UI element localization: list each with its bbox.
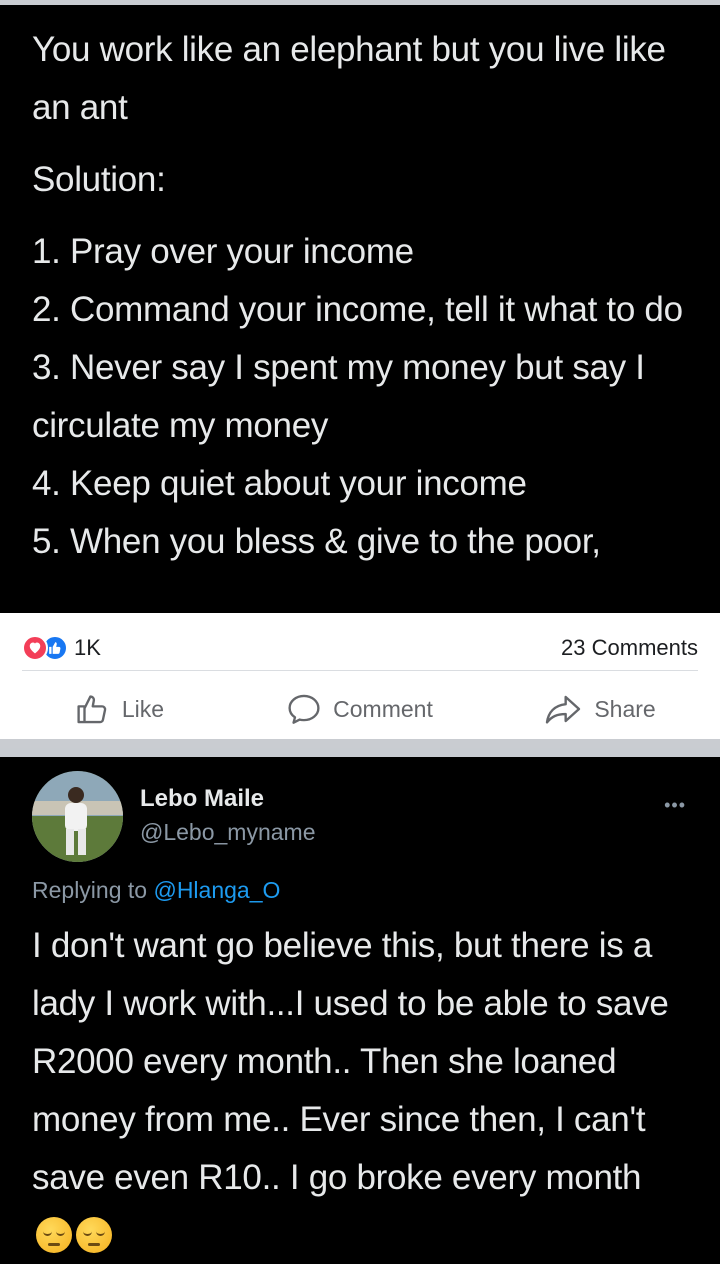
list-item: 5. When you bless & give to the poor,: [32, 522, 601, 561]
list-item: 2. Command your income, tell it what to …: [32, 290, 683, 329]
actions-row: Like Comment Share: [0, 685, 720, 733]
pensive-face-icon: [76, 1217, 112, 1253]
reply-mention-link[interactable]: @Hlanga_O: [153, 877, 280, 903]
share-button[interactable]: Share: [480, 693, 720, 725]
like-label: Like: [121, 695, 165, 722]
list-item: 4. Keep quiet about your income: [32, 464, 527, 503]
author-handle[interactable]: @Lebo_myname: [140, 819, 316, 846]
share-arrow-icon: [544, 693, 582, 725]
avatar[interactable]: [32, 771, 123, 862]
list-item: 3. Never say I spent my money but say I …: [32, 348, 645, 445]
post-image: You work like an elephant but you live l…: [0, 5, 720, 613]
tweet-body-text: I don't want go believe this, but there …: [32, 926, 669, 1197]
thumbs-up-icon: [76, 693, 110, 725]
reaction-count: 1K: [74, 634, 101, 660]
love-reaction-icon: [22, 634, 48, 661]
comments-count-link[interactable]: 23 Comments: [561, 635, 698, 661]
like-button[interactable]: Like: [0, 693, 240, 725]
tweet-card: Lebo Maile @Lebo_myname ••• Replying to …: [0, 757, 720, 1264]
reactions-row: 1K 23 Comments: [22, 625, 698, 671]
author-name[interactable]: Lebo Maile: [140, 785, 264, 813]
comment-label: Comment: [333, 695, 433, 722]
comment-bubble-icon: [287, 693, 321, 725]
pensive-face-icon: [36, 1217, 72, 1253]
tweet-text: I don't want go believe this, but there …: [32, 917, 690, 1264]
share-label: Share: [594, 695, 656, 722]
list-item: 1. Pray over your income: [32, 232, 414, 271]
reactions-summary[interactable]: 1K: [22, 634, 101, 661]
reply-prefix: Replying to: [32, 877, 148, 903]
solution-label: Solution:: [32, 160, 166, 199]
more-options-icon[interactable]: •••: [664, 795, 686, 816]
reply-context: Replying to @Hlanga_O: [32, 877, 280, 904]
engagement-bar: 1K 23 Comments Like Comment Share: [0, 613, 720, 748]
post-intro: You work like an elephant but you live l…: [32, 30, 666, 127]
solution-list: 1. Pray over your income 2. Command your…: [32, 223, 688, 571]
comment-button[interactable]: Comment: [240, 693, 480, 725]
